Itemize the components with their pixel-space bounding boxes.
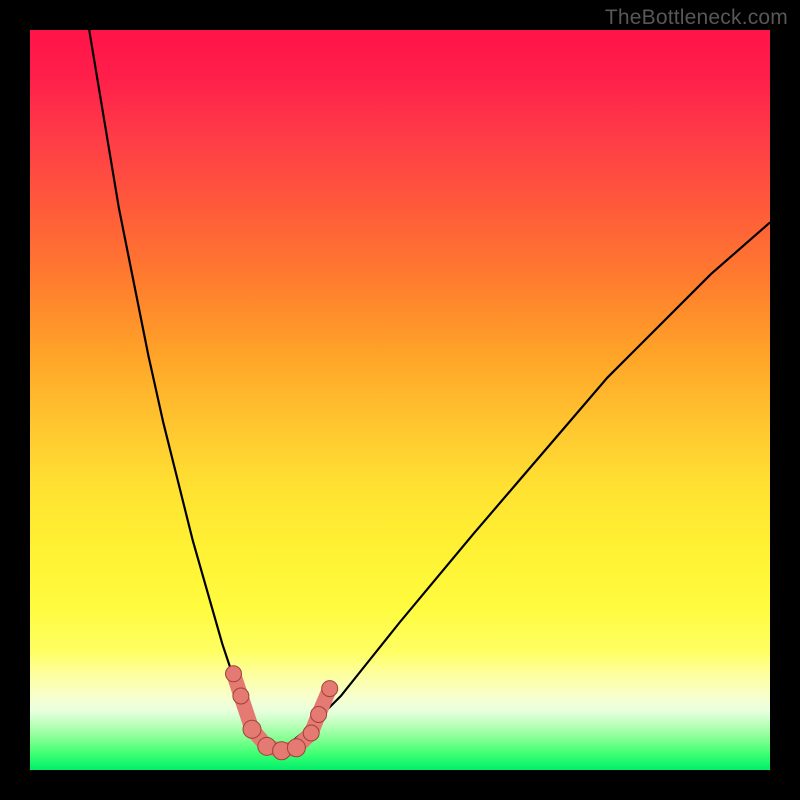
data-marker: [233, 688, 249, 704]
data-marker: [287, 739, 305, 757]
plot-area: [30, 30, 770, 770]
right-curve: [274, 222, 770, 751]
data-marker: [243, 720, 261, 738]
outer-frame: TheBottleneck.com: [0, 0, 800, 800]
watermark-text: TheBottleneck.com: [605, 6, 788, 30]
data-marker: [311, 707, 327, 723]
left-curve: [89, 30, 274, 752]
data-marker: [303, 725, 319, 741]
data-marker: [226, 666, 242, 682]
data-marker: [322, 681, 338, 697]
curve-layer: [30, 30, 770, 770]
